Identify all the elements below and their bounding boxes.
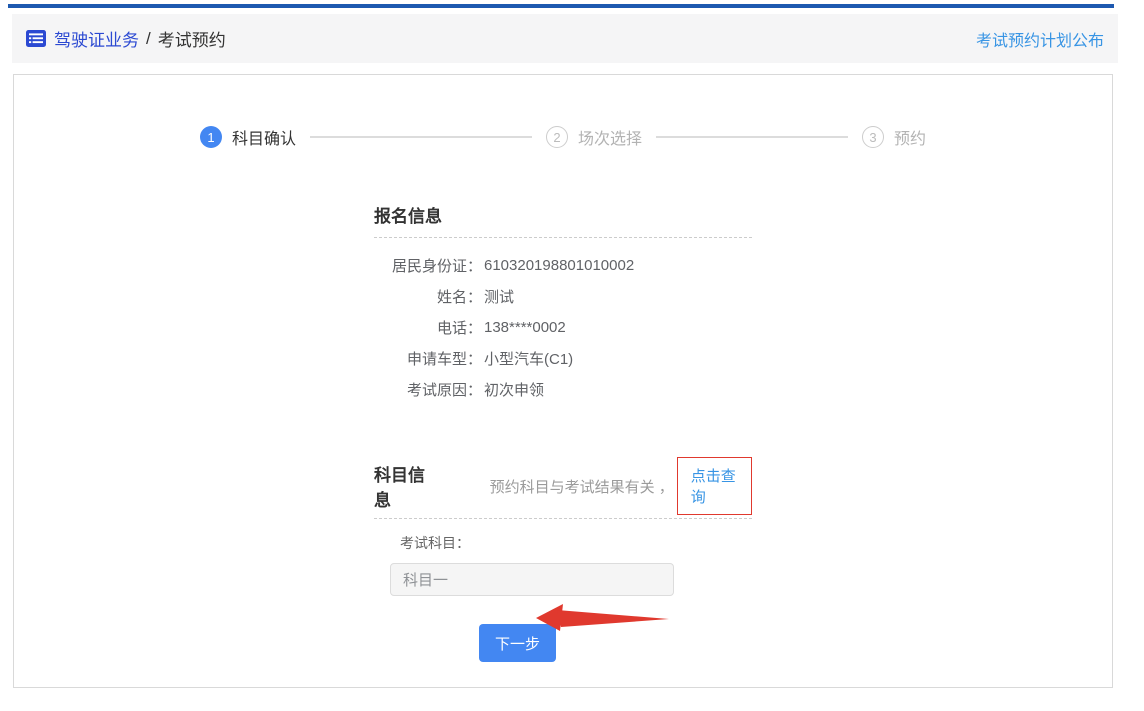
info-value: 小型汽车(C1) bbox=[484, 348, 573, 369]
step-label: 预约 bbox=[894, 125, 926, 149]
form-content: 报名信息 居民身份证： 610320198801010002 姓名： 测试 电话… bbox=[374, 202, 752, 662]
info-row: 考试原因： 初次申领 bbox=[374, 374, 752, 405]
query-link[interactable]: 点击查询 bbox=[691, 468, 736, 506]
step-session-select: 2 场次选择 bbox=[546, 125, 642, 149]
step-circle: 2 bbox=[546, 126, 568, 148]
info-value: 初次申领 bbox=[484, 379, 544, 400]
step-reserve: 3 预约 bbox=[862, 125, 926, 149]
step-connector bbox=[656, 136, 848, 138]
info-label: 电话： bbox=[374, 317, 482, 338]
info-row: 电话： 138****0002 bbox=[374, 312, 752, 343]
step-connector bbox=[310, 136, 532, 138]
stepper: 1 科目确认 2 场次选择 3 预约 bbox=[14, 125, 1112, 149]
breadcrumb-link-driver-license[interactable]: 驾驶证业务 bbox=[54, 26, 139, 51]
breadcrumb-separator: / bbox=[146, 29, 151, 49]
top-accent-bar bbox=[8, 4, 1114, 8]
list-icon bbox=[26, 30, 46, 47]
info-label: 姓名： bbox=[374, 286, 482, 307]
section-title-registration: 报名信息 bbox=[374, 202, 752, 227]
step-subject-confirm: 1 科目确认 bbox=[200, 125, 296, 149]
subject-section-head: 科目信息 预约科目与考试结果有关 ， 点击查询 bbox=[374, 457, 752, 515]
info-row: 居民身份证： 610320198801010002 bbox=[374, 250, 752, 281]
exam-plan-link[interactable]: 考试预约计划公布 bbox=[976, 27, 1104, 51]
info-row: 申请车型： 小型汽车(C1) bbox=[374, 343, 752, 374]
exam-subject-input[interactable] bbox=[390, 563, 674, 596]
divider bbox=[374, 237, 752, 238]
main-card: 1 科目确认 2 场次选择 3 预约 报名信息 居民身份证： 610320198… bbox=[13, 74, 1113, 688]
next-step-button[interactable]: 下一步 bbox=[479, 624, 556, 662]
annotation-highlight-box: 点击查询 bbox=[677, 457, 752, 515]
page-header: 驾驶证业务 / 考试预约 考试预约计划公布 bbox=[12, 14, 1118, 63]
info-label: 考试原因： bbox=[374, 379, 482, 400]
registration-section: 报名信息 居民身份证： 610320198801010002 姓名： 测试 电话… bbox=[374, 202, 752, 405]
info-value: 138****0002 bbox=[484, 319, 566, 336]
subject-section: 科目信息 预约科目与考试结果有关 ， 点击查询 考试科目： 下一步 bbox=[374, 457, 752, 662]
breadcrumb-current: 考试预约 bbox=[158, 26, 226, 51]
divider bbox=[374, 518, 752, 519]
exam-subject-label: 考试科目： bbox=[400, 533, 752, 553]
subject-hint: 预约科目与考试结果有关 ， bbox=[490, 476, 674, 497]
registration-rows: 居民身份证： 610320198801010002 姓名： 测试 电话： 138… bbox=[374, 250, 752, 405]
info-value: 测试 bbox=[484, 286, 514, 307]
step-label: 场次选择 bbox=[578, 125, 642, 149]
info-label: 居民身份证： bbox=[374, 255, 482, 276]
step-circle: 3 bbox=[862, 126, 884, 148]
step-circle: 1 bbox=[200, 126, 222, 148]
info-row: 姓名： 测试 bbox=[374, 281, 752, 312]
step-label: 科目确认 bbox=[232, 125, 296, 149]
info-label: 申请车型： bbox=[374, 348, 482, 369]
info-value: 610320198801010002 bbox=[484, 257, 634, 274]
section-title-subject: 科目信息 bbox=[374, 461, 428, 511]
